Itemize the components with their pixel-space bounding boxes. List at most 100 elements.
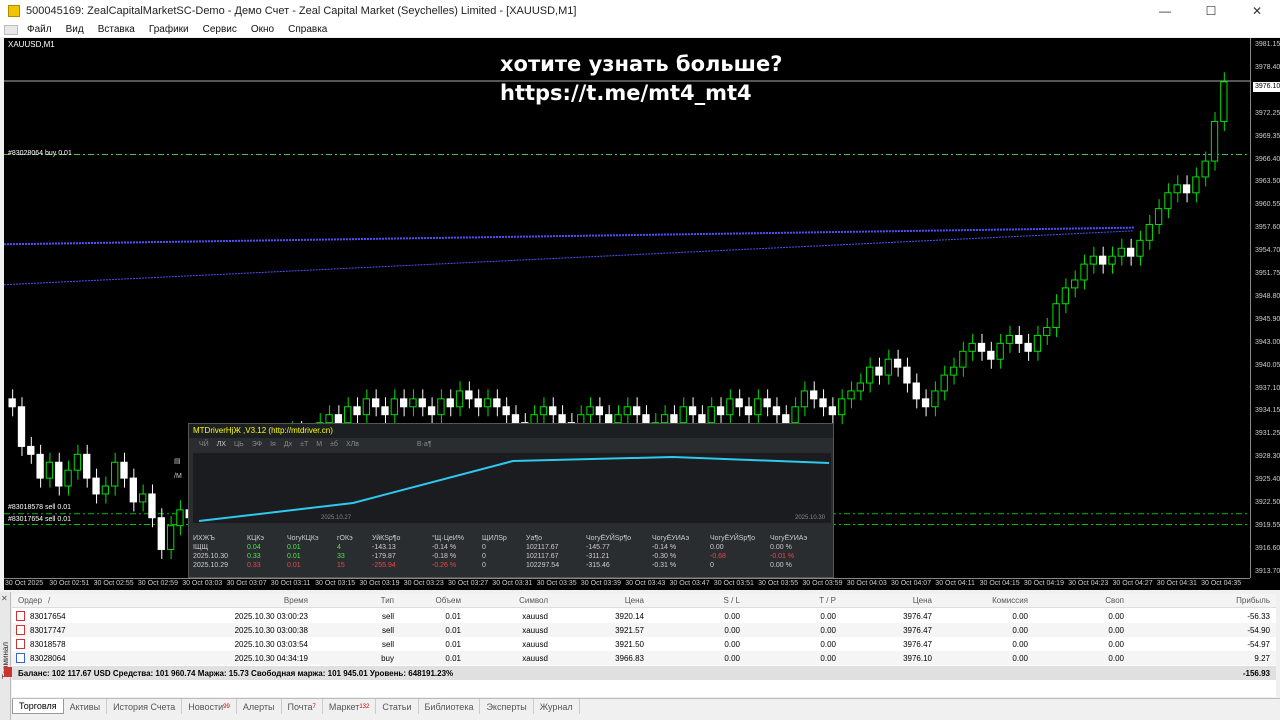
order-label-sell-2[interactable]: #83017654 sell 0.01 <box>8 516 71 523</box>
ea-cell: 15 <box>337 562 345 569</box>
trade-header-row: Ордер / Время Тип Объем Символ Цена S / … <box>12 594 1276 608</box>
close-button[interactable]: ✕ <box>1234 0 1280 22</box>
ea-row: 2025.10.29 0.33 0.01 15 -255.94 -0.26 % 0 10229… <box>193 561 831 570</box>
candle-body <box>716 406 725 416</box>
candle-body <box>17 406 26 447</box>
terminal-tab[interactable]: Активы <box>64 699 108 714</box>
candle-body <box>921 398 930 408</box>
ea-cell: -0.14 % <box>432 544 457 551</box>
header-volume[interactable]: Объем <box>436 596 462 605</box>
terminal-tab[interactable]: Статьи <box>376 699 419 714</box>
ea-cell: 0 <box>710 562 714 569</box>
menu-tools[interactable]: Сервис <box>196 24 244 35</box>
time-label: 30 Oct 03:31 <box>492 580 533 587</box>
trade-panel[interactable]: Ордер / Время Тип Объем Символ Цена S / … <box>4 594 1276 697</box>
ea-tab[interactable]: ЧЙ <box>199 441 209 448</box>
header-commission[interactable]: Комиссия <box>992 596 1028 605</box>
header-swap[interactable]: Своп <box>1105 596 1124 605</box>
header-sl[interactable]: S / L <box>724 596 740 605</box>
ea-panel[interactable]: MTDriverHjЖ ,V3.12 (http://mtdriver.cn) … <box>188 423 834 578</box>
menu-insert[interactable]: Вставка <box>91 24 142 35</box>
order-commission: 0.00 <box>1012 611 1028 621</box>
order-row[interactable]: 83018578 2025.10.30 03:03:54 sell 0.01 xauus… <box>12 637 1276 651</box>
ea-cell: -0.14 % <box>652 544 677 551</box>
time-label: 30 Oct 03:07 <box>226 580 267 587</box>
ea-tab[interactable]: ЛХ <box>217 441 226 448</box>
ea-cell: -0.31 % <box>652 562 677 569</box>
order-row[interactable]: 83028064 2025.10.30 04:34:19 buy 0.01 xauusd… <box>12 651 1276 665</box>
maximize-button[interactable]: ☐ <box>1188 0 1234 22</box>
header-cur-price[interactable]: Цена <box>913 596 932 605</box>
terminal-tab[interactable]: Библиотека <box>419 699 481 714</box>
candle-body <box>614 414 622 424</box>
order-row[interactable]: 83017654 2025.10.30 03:00:23 sell 0.01 xauus… <box>12 609 1276 623</box>
header-time[interactable]: Время <box>284 596 308 605</box>
order-tp: 0.00 <box>820 625 836 635</box>
ea-cell: 4 <box>337 544 341 551</box>
candle-body <box>409 398 417 408</box>
terminal-tab[interactable]: Почта 7 <box>282 699 323 714</box>
candle-body <box>483 398 492 408</box>
order-row[interactable]: 83017747 2025.10.30 03:00:38 sell 0.01 xauus… <box>12 623 1276 637</box>
price-label: 3966.40 <box>1255 155 1280 163</box>
price-chart[interactable]: XAUUSD,M1 хотите узнать больше? https://… <box>4 38 1280 590</box>
terminal-tab[interactable]: Торговля <box>12 699 64 714</box>
time-label: 30 Oct 03:03 <box>182 580 223 587</box>
price-scale[interactable]: 3981.153978.403975.203972.253969.353966.… <box>1250 38 1280 578</box>
candle-body <box>735 398 743 408</box>
terminal-tab[interactable]: Новости 99 <box>182 699 237 714</box>
order-label-sell-1[interactable]: #83018578 sell 0.01 <box>8 504 71 511</box>
header-profit[interactable]: Прибыль <box>1236 596 1270 605</box>
header-order[interactable]: Ордер <box>18 596 42 605</box>
header-symbol[interactable]: Символ <box>519 596 548 605</box>
candle-body <box>539 406 548 416</box>
menu-file[interactable]: Файл <box>20 24 59 35</box>
time-label: 30 Oct 04:07 <box>891 580 932 587</box>
menu-charts[interactable]: Графики <box>142 24 196 35</box>
order-time: 2025.10.30 03:00:23 <box>234 611 308 621</box>
time-label: 30 Oct 04:27 <box>1112 580 1153 587</box>
terminal-tab[interactable]: Маркет 132 <box>323 699 377 714</box>
terminal-tab[interactable]: Алерты <box>237 699 282 714</box>
candle-body <box>138 493 147 503</box>
terminal-tab[interactable]: История Счета <box>107 699 183 714</box>
menu-icon[interactable]: /M <box>174 473 182 480</box>
terminal-sidebar[interactable]: ✕ Терминал <box>0 592 11 720</box>
order-sl: 0.00 <box>724 625 740 635</box>
header-price[interactable]: Цена <box>625 596 644 605</box>
order-commission: 0.00 <box>1012 653 1028 663</box>
minimize-button[interactable]: — <box>1142 0 1188 22</box>
header-sort-icon[interactable]: / <box>48 596 50 605</box>
ea-tab[interactable]: ±Т <box>300 441 308 448</box>
close-terminal-icon[interactable]: ✕ <box>1 594 8 603</box>
candle-body <box>1126 247 1135 257</box>
ea-tab[interactable]: В·а¶ <box>417 441 432 448</box>
ea-cell: 0.01 <box>287 544 301 551</box>
ea-tab[interactable]: ЦЬ <box>234 441 244 448</box>
candle-body <box>511 414 520 424</box>
header-type[interactable]: Тип <box>381 596 394 605</box>
terminal-tab[interactable]: Эксперты <box>480 699 534 714</box>
chart-menu-icon[interactable] <box>4 24 18 35</box>
order-label-buy[interactable]: #83028064 buy 0.01 <box>8 150 72 157</box>
candle-body <box>772 406 781 416</box>
ea-tab[interactable]: ХЛв <box>346 441 359 448</box>
ea-cell: 0.33 <box>247 553 261 560</box>
terminal-tab-label: Библиотека <box>424 701 474 712</box>
header-tp[interactable]: T / P <box>819 596 836 605</box>
ea-tab[interactable]: Дх <box>284 441 292 448</box>
time-scale[interactable]: 30 Oct 2025 30 Oct 02:51 30 Oct 02:55 30 Oc… <box>4 578 1250 590</box>
collapse-icon[interactable]: ▤ <box>174 457 181 465</box>
menu-view[interactable]: Вид <box>59 24 91 35</box>
ea-tab[interactable]: ±б <box>330 441 338 448</box>
ea-tab[interactable]: Ія <box>270 441 276 448</box>
ea-tab[interactable]: М <box>316 441 322 448</box>
terminal-tab[interactable]: Журнал <box>534 699 580 714</box>
ea-tab[interactable]: ЭФ <box>252 441 262 448</box>
menu-window[interactable]: Окно <box>244 24 281 35</box>
time-label: 30 Oct 04:23 <box>1068 580 1109 587</box>
price-label: 3960.55 <box>1255 201 1280 209</box>
candle-body <box>865 366 874 384</box>
menu-help[interactable]: Справка <box>281 24 334 35</box>
buy-order-icon <box>16 653 25 663</box>
